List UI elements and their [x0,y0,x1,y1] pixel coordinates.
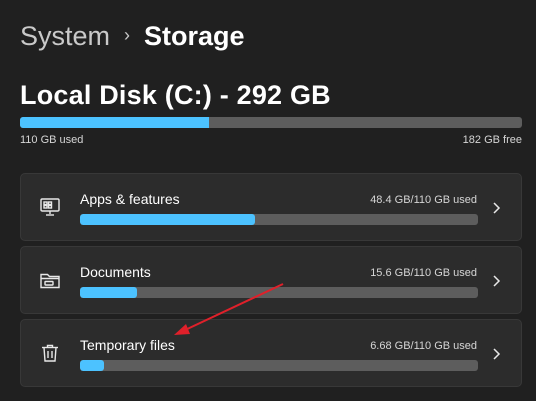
page-title: Storage [144,21,245,51]
disk-free-label: 182 GB free [462,134,522,146]
category-usage-bar [80,287,478,298]
category-apps-features[interactable]: Apps & features 48.4 GB/110 GB used [20,173,522,241]
storage-category-list: Apps & features 48.4 GB/110 GB used Docu… [20,173,522,392]
category-usage-fill [80,360,104,371]
disk-used-label: 110 GB used [20,134,84,146]
disk-usage-fill [20,117,210,128]
breadcrumb: System › Storage [20,18,245,54]
category-label: Temporary files [80,337,175,353]
disk-usage-bar [20,117,522,128]
chevron-right-icon [491,347,501,361]
category-usage-fill [80,214,256,225]
category-usage-fill [80,287,137,298]
category-size-label: 6.68 GB/110 GB used [370,340,477,352]
chevron-right-icon [491,274,501,288]
category-temporary-files[interactable]: Temporary files 6.68 GB/110 GB used [20,319,522,387]
category-documents[interactable]: Documents 15.6 GB/110 GB used [20,246,522,314]
category-usage-bar [80,360,478,371]
category-usage-bar [80,214,478,225]
monitor-apps-icon [39,196,61,218]
breadcrumb-separator: › [124,25,131,45]
chevron-right-icon [491,201,501,215]
category-label: Documents [80,264,151,280]
category-size-label: 48.4 GB/110 GB used [370,194,477,206]
category-size-label: 15.6 GB/110 GB used [370,267,477,279]
breadcrumb-system[interactable]: System [20,18,110,54]
category-label: Apps & features [80,191,180,207]
trash-icon [39,342,61,364]
folder-icon [39,269,61,291]
disk-title: Local Disk (C:) - 292 GB [20,80,331,110]
